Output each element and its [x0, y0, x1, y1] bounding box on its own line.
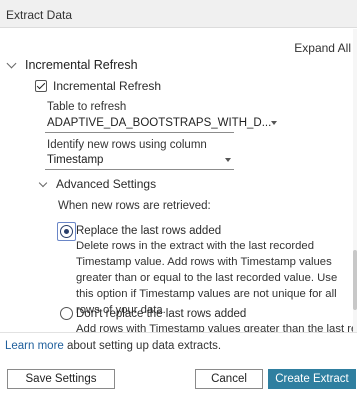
learn-more-link[interactable]: Learn more [5, 340, 64, 352]
expand-all-link[interactable]: Expand All [294, 41, 351, 55]
table-select-value: ADAPTIVE_DA_BOOTSTRAPS_WITH_D... [47, 117, 272, 129]
chevron-down-icon [38, 178, 48, 187]
radio-replace[interactable] [60, 225, 73, 238]
column-select[interactable]: Timestamp [45, 151, 234, 170]
radio-dont-replace-label[interactable]: Don't replace the last rows added [76, 308, 246, 320]
dialog-content: Expand All Incremental Refresh Increment… [0, 29, 357, 332]
radio-dont-replace[interactable] [60, 307, 73, 320]
learn-more-text: about setting up data extracts. [63, 340, 222, 352]
radio-dont-replace-description: Add rows with Timestamp values greater t… [76, 323, 357, 332]
chevron-down-icon [225, 158, 231, 162]
table-select[interactable]: ADAPTIVE_DA_BOOTSTRAPS_WITH_D... [45, 114, 278, 133]
scrollbar-thumb[interactable] [353, 250, 357, 310]
identify-column-label: Identify new rows using column [47, 139, 207, 151]
cancel-button[interactable]: Cancel [195, 369, 263, 389]
advanced-settings-header[interactable]: Advanced Settings [38, 177, 157, 191]
incremental-refresh-section-header[interactable]: Incremental Refresh [6, 58, 138, 72]
checkbox-label: Incremental Refresh [53, 79, 162, 93]
chevron-down-icon [271, 121, 278, 125]
checkmark-icon [36, 80, 46, 90]
dialog-title: Extract Data [6, 8, 73, 22]
incremental-refresh-checkbox-row[interactable]: Incremental Refresh [35, 79, 161, 93]
radio-replace-focus[interactable] [57, 222, 76, 241]
create-extract-button[interactable]: Create Extract [268, 369, 356, 389]
chevron-down-icon [6, 58, 17, 68]
section-title: Incremental Refresh [25, 58, 138, 72]
table-to-refresh-label: Table to refresh [47, 101, 127, 113]
incremental-refresh-checkbox[interactable] [35, 80, 47, 92]
radio-replace-description: Delete rows in the extract with the last… [76, 240, 338, 316]
radio-replace-label[interactable]: Replace the last rows added [76, 225, 221, 237]
advanced-settings-title: Advanced Settings [56, 177, 157, 191]
dialog-titlebar: Extract Data [0, 0, 357, 28]
column-select-value: Timestamp [47, 154, 104, 166]
save-settings-button[interactable]: Save Settings [7, 369, 115, 389]
radio-dont-replace-wrap[interactable] [60, 307, 73, 323]
learn-more-row: Learn more about setting up data extract… [5, 340, 221, 352]
retrieval-prompt: When new rows are retrieved: [58, 200, 211, 212]
footer-divider [0, 332, 357, 333]
